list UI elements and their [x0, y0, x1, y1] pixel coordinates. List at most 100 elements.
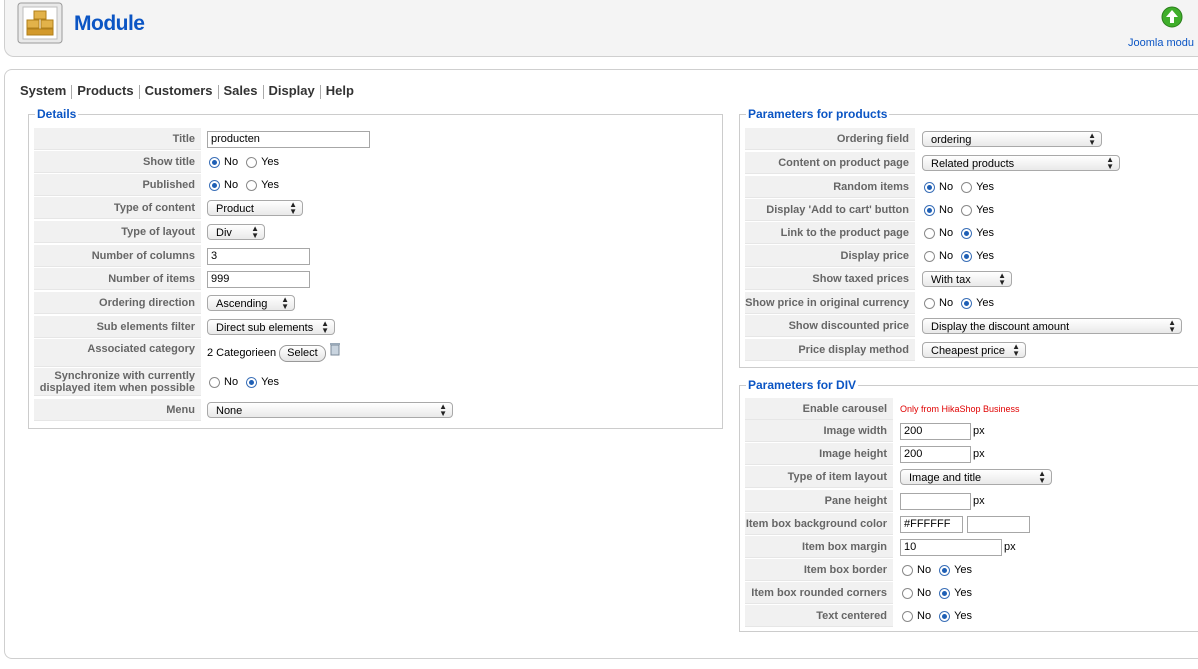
orig-currency-no-text: No: [939, 297, 954, 309]
menu-select[interactable]: None ▲ ▼: [207, 402, 453, 418]
associated-category-label: Associated category: [34, 339, 201, 367]
display-price-no-radio[interactable]: [924, 250, 935, 262]
add-to-cart-yes-radio[interactable]: [961, 204, 973, 216]
pane-height-unit: px: [973, 495, 985, 507]
num-items-label: Number of items: [34, 268, 201, 290]
rounded-corners-label: Item box rounded corners: [745, 582, 893, 604]
item-layout-select[interactable]: Image and title ▲ ▼: [900, 469, 1052, 485]
title-label: Title: [34, 128, 201, 150]
select-arrows-icon: ▲ ▼: [289, 200, 297, 216]
price-method-label: Price display method: [745, 339, 915, 361]
select-arrows-icon: ▲ ▼: [321, 319, 329, 335]
synchronize-label-line1: Synchronize with currently: [54, 369, 195, 382]
nav-help[interactable]: Help: [326, 83, 354, 98]
synchronize-label-line2: displayed item when possible: [39, 381, 195, 394]
type-content-select[interactable]: Product ▲ ▼: [207, 200, 303, 216]
select-arrows-icon: ▲ ▼: [1088, 131, 1096, 147]
rounded-no-radio[interactable]: [902, 587, 913, 599]
centered-no-radio[interactable]: [902, 610, 913, 622]
title-input[interactable]: producten: [207, 130, 370, 148]
rounded-no-text: No: [917, 587, 932, 599]
bg-color-preview[interactable]: [967, 515, 1030, 533]
box-border-yes-text: Yes: [954, 564, 973, 576]
menu-value: None: [216, 405, 243, 417]
centered-yes-radio[interactable]: [939, 610, 951, 622]
published-yes-radio[interactable]: [246, 179, 258, 191]
box-border-yes-radio[interactable]: [939, 564, 951, 576]
taxed-prices-select[interactable]: With tax ▲ ▼: [922, 271, 1012, 287]
link-yes-radio[interactable]: [961, 227, 973, 239]
joomla-label[interactable]: Joomla modu: [1128, 37, 1194, 49]
published-yes-text: Yes: [261, 179, 280, 191]
orig-currency-yes-radio[interactable]: [961, 297, 973, 309]
select-category-button[interactable]: Select: [279, 344, 326, 362]
select-arrows-icon: ▲ ▼: [1168, 318, 1176, 334]
random-yes-radio[interactable]: [961, 181, 973, 193]
num-columns-label: Number of columns: [34, 245, 201, 267]
taxed-prices-label: Show taxed prices: [745, 268, 915, 290]
nav-system[interactable]: System: [20, 83, 66, 98]
display-price-yes-text: Yes: [976, 250, 995, 262]
link-no-radio[interactable]: [924, 227, 935, 239]
centered-no-text: No: [917, 610, 932, 622]
num-items-input[interactable]: 999: [207, 270, 310, 288]
content-page-label: Content on product page: [745, 152, 915, 174]
top-navigation: System Products Customers Sales Display Help: [20, 83, 354, 99]
box-margin-input[interactable]: 10: [900, 538, 1002, 556]
num-columns-input[interactable]: 3: [207, 247, 310, 265]
rounded-yes-text: Yes: [954, 587, 973, 599]
arrow-up-icon: [1161, 6, 1183, 28]
image-height-unit: px: [973, 448, 985, 460]
rounded-yes-radio[interactable]: [939, 587, 951, 599]
image-width-input[interactable]: 200: [900, 422, 971, 440]
published-no-radio[interactable]: [209, 179, 220, 191]
display-price-no-text: No: [939, 250, 954, 262]
main-panel: System Products Customers Sales Display Help …: [4, 69, 1198, 659]
nav-sales[interactable]: Sales: [224, 83, 258, 98]
display-price-yes-radio[interactable]: [961, 250, 973, 262]
show-title-no-radio[interactable]: [209, 156, 220, 168]
type-content-value: Product: [216, 203, 254, 215]
type-layout-select[interactable]: Div ▲ ▼: [207, 224, 265, 240]
link-product-label: Link to the product page: [745, 222, 915, 244]
content-page-select[interactable]: Related products ▲ ▼: [922, 155, 1120, 171]
synchronize-no-text: No: [224, 376, 239, 388]
image-width-label: Image width: [745, 420, 893, 442]
box-border-no-radio[interactable]: [902, 564, 913, 576]
image-height-input[interactable]: 200: [900, 445, 971, 463]
ordering-field-select[interactable]: ordering ▲ ▼: [922, 131, 1102, 147]
select-arrows-icon: ▲ ▼: [281, 295, 289, 311]
synchronize-no-radio[interactable]: [209, 376, 220, 388]
synchronize-yes-radio[interactable]: [246, 376, 258, 388]
select-arrows-icon: ▲ ▼: [1012, 342, 1020, 358]
bg-color-label: Item box background color: [745, 513, 893, 535]
pane-height-input[interactable]: [900, 492, 971, 510]
centered-yes-text: Yes: [954, 610, 973, 622]
show-title-no-text: No: [224, 156, 239, 168]
random-no-radio[interactable]: [924, 181, 935, 193]
add-to-cart-no-text: No: [939, 204, 954, 216]
discounted-price-select[interactable]: Display the discount amount ▲ ▼: [922, 318, 1182, 334]
orig-currency-no-radio[interactable]: [924, 297, 935, 309]
nav-display[interactable]: Display: [269, 83, 315, 98]
select-arrows-icon: ▲ ▼: [1106, 155, 1114, 171]
box-border-no-text: No: [917, 564, 932, 576]
type-content-label: Type of content: [34, 197, 201, 219]
trash-icon[interactable]: [329, 342, 340, 356]
show-title-yes-radio[interactable]: [246, 156, 258, 168]
products-fieldset: Parameters for products Ordering field o…: [739, 107, 1198, 368]
price-method-select[interactable]: Cheapest price ▲ ▼: [922, 342, 1026, 358]
taxed-prices-value: With tax: [931, 274, 971, 286]
box-border-label: Item box border: [745, 559, 893, 581]
page-title: Module: [74, 12, 145, 35]
pane-height-label: Pane height: [745, 490, 893, 512]
synchronize-yes-text: Yes: [261, 376, 280, 388]
menu-label: Menu: [34, 399, 201, 421]
bg-color-input[interactable]: #FFFFFF: [900, 515, 963, 533]
nav-customers[interactable]: Customers: [145, 83, 213, 98]
nav-products[interactable]: Products: [77, 83, 133, 98]
sub-filter-select[interactable]: Direct sub elements ▲ ▼: [207, 319, 335, 335]
add-to-cart-no-radio[interactable]: [924, 204, 935, 216]
joomla-update-link[interactable]: Joomla modu: [1128, 6, 1198, 50]
ordering-direction-select[interactable]: Ascending ▲ ▼: [207, 295, 295, 311]
